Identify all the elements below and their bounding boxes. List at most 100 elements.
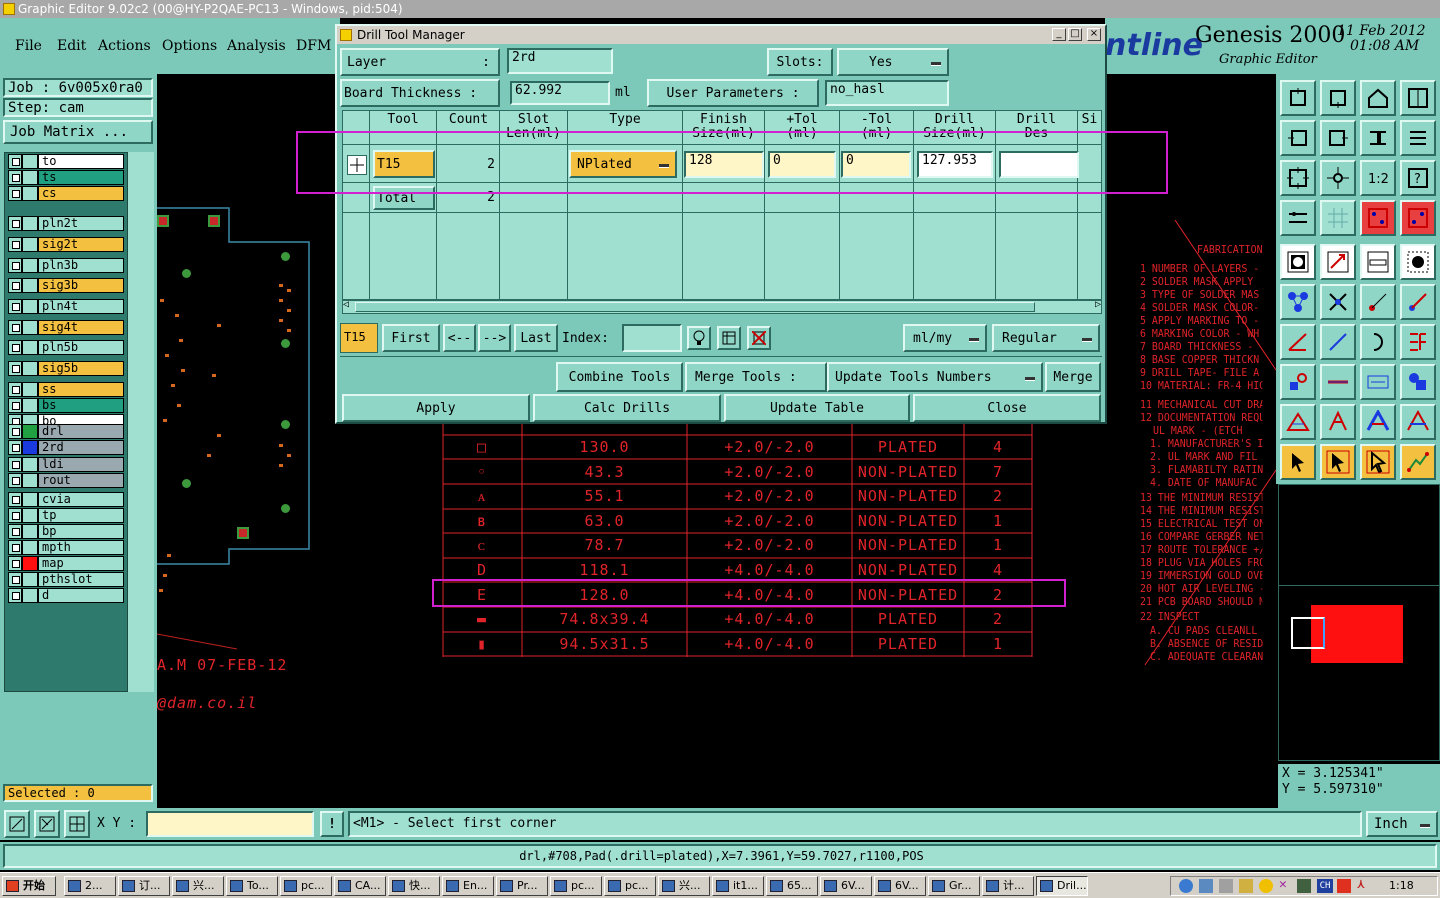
layer-name[interactable]: pln4t	[38, 298, 124, 314]
taskbar-item[interactable]: it1...	[712, 876, 764, 896]
layer-checkbox[interactable]	[8, 170, 22, 185]
zoom-extents-icon[interactable]	[1280, 160, 1316, 196]
grid-icon[interactable]	[64, 810, 90, 838]
merge-button[interactable]: Merge	[1045, 362, 1101, 392]
shapes-icon[interactable]	[1280, 364, 1316, 400]
tray-icon[interactable]: ⋏	[1357, 877, 1365, 892]
update-tools-numbers-dropdown[interactable]: Update Tools Numbers	[827, 362, 1043, 392]
layer-checkbox[interactable]	[8, 340, 22, 356]
layer-row[interactable]: 2rd	[8, 440, 124, 456]
scroll-right-icon[interactable]: ▷	[1095, 299, 1101, 310]
layer-row[interactable]: drl	[8, 424, 124, 439]
layer-checkbox[interactable]	[8, 456, 22, 472]
layer-checkbox[interactable]	[8, 556, 22, 571]
nodes-icon[interactable]	[1280, 284, 1316, 320]
layer-row[interactable]: pln2t	[8, 216, 124, 232]
layer-checkbox[interactable]	[8, 257, 22, 273]
close-icon[interactable]: ×	[1087, 28, 1101, 41]
pan-right-icon[interactable]	[1320, 120, 1356, 156]
taskbar-item[interactable]: pc...	[604, 876, 656, 896]
split-view-icon[interactable]	[1400, 80, 1436, 116]
start-button[interactable]: 开始	[2, 876, 56, 896]
index-field[interactable]	[622, 324, 682, 352]
bulb-icon[interactable]	[687, 326, 711, 350]
menu-edit[interactable]: Edit	[57, 38, 86, 54]
line-edit-icon[interactable]	[1400, 284, 1436, 320]
scale-icon[interactable]: 1:2	[1360, 160, 1396, 196]
tray-icon[interactable]	[1239, 879, 1253, 893]
layer-name[interactable]: d	[38, 588, 124, 603]
select-pointer-icon[interactable]	[1280, 444, 1316, 480]
layer-name[interactable]: cs	[38, 186, 124, 201]
layer-name[interactable]: sig2t	[38, 236, 124, 252]
layer-checkbox[interactable]	[8, 540, 22, 555]
layer-name[interactable]: bs	[38, 397, 124, 413]
layer-name[interactable]: mpth	[38, 540, 124, 555]
layer-row[interactable]: bs	[8, 397, 124, 413]
layer-color-swatch[interactable]	[22, 381, 38, 397]
combine-tools-button[interactable]: Combine Tools	[556, 362, 683, 392]
home-icon[interactable]	[1360, 80, 1396, 116]
triangle-icon[interactable]	[1320, 404, 1356, 440]
thickness-field[interactable]: 62.992	[510, 81, 610, 105]
layer-color-swatch[interactable]	[22, 440, 38, 456]
taskbar-item[interactable]: En...	[442, 876, 494, 896]
xy-input[interactable]	[146, 811, 314, 837]
bar-icon[interactable]	[1320, 364, 1356, 400]
first-button[interactable]: First	[382, 324, 440, 352]
layer-name[interactable]: pln2t	[38, 216, 124, 232]
language-icon[interactable]: CH	[1317, 879, 1333, 893]
taskbar-item[interactable]: CA...	[334, 876, 386, 896]
zoom-fit-icon[interactable]	[4, 810, 30, 838]
triangle-fill-icon[interactable]	[1280, 404, 1316, 440]
taskbar-item[interactable]: pc...	[280, 876, 332, 896]
layer-row[interactable]: pthslot	[8, 572, 124, 587]
measure-alt-icon[interactable]	[1400, 200, 1436, 236]
layer-row[interactable]: d	[8, 588, 124, 603]
layer-color-swatch[interactable]	[22, 524, 38, 539]
lines-icon[interactable]	[1400, 120, 1436, 156]
layer-row[interactable]: map	[8, 556, 124, 571]
taskbar-item[interactable]: 6V...	[820, 876, 872, 896]
layer-checkbox[interactable]	[8, 572, 22, 587]
layer-color-swatch[interactable]	[22, 257, 38, 273]
layer-color-swatch[interactable]	[22, 424, 38, 439]
info-icon[interactable]: !	[320, 811, 344, 837]
taskbar-item[interactable]: 快...	[388, 876, 440, 896]
delete-icon[interactable]	[747, 326, 771, 350]
layer-checkbox[interactable]	[8, 298, 22, 314]
layer-name[interactable]: to	[38, 154, 124, 169]
layer-name[interactable]: rout	[38, 472, 124, 488]
layer-name[interactable]: ss	[38, 381, 124, 397]
layer-checkbox[interactable]	[8, 508, 22, 523]
layer-color-swatch[interactable]	[22, 278, 38, 294]
taskbar-item[interactable]: Gr...	[928, 876, 980, 896]
slots-dropdown[interactable]: Yes	[837, 48, 949, 76]
taskbar-item[interactable]: 兴...	[658, 876, 710, 896]
dimension-icon[interactable]	[1360, 364, 1396, 400]
pan-left-icon[interactable]	[1280, 120, 1316, 156]
layer-row[interactable]: pln4t	[8, 298, 124, 314]
layer-row[interactable]: sig5b	[8, 361, 124, 376]
snap-icon[interactable]	[34, 810, 60, 838]
layer-checkbox[interactable]	[8, 361, 22, 376]
draw-line-icon[interactable]	[1320, 324, 1356, 360]
layer-checkbox[interactable]	[8, 397, 22, 413]
taskbar-item[interactable]: 65...	[766, 876, 818, 896]
text-icon[interactable]	[1400, 324, 1436, 360]
taskbar-item[interactable]: 6V...	[874, 876, 926, 896]
tray-x-icon[interactable]: ✕	[1279, 877, 1287, 892]
layer-color-swatch[interactable]	[22, 154, 38, 169]
layer-checkbox[interactable]	[8, 236, 22, 252]
group-icon[interactable]	[1400, 364, 1436, 400]
layer-color-swatch[interactable]	[22, 492, 38, 507]
layer-checkbox[interactable]	[8, 492, 22, 507]
layer-color-swatch[interactable]	[22, 216, 38, 232]
mode-dropdown[interactable]: Regular	[992, 324, 1100, 352]
layer-color-swatch[interactable]	[22, 588, 38, 603]
layer-row[interactable]: tp	[8, 508, 124, 523]
layer-checkbox[interactable]	[8, 472, 22, 488]
layer-color-swatch[interactable]	[22, 236, 38, 252]
calc-drills-button[interactable]: Calc Drills	[533, 394, 721, 422]
layer-checkbox[interactable]	[8, 319, 22, 335]
